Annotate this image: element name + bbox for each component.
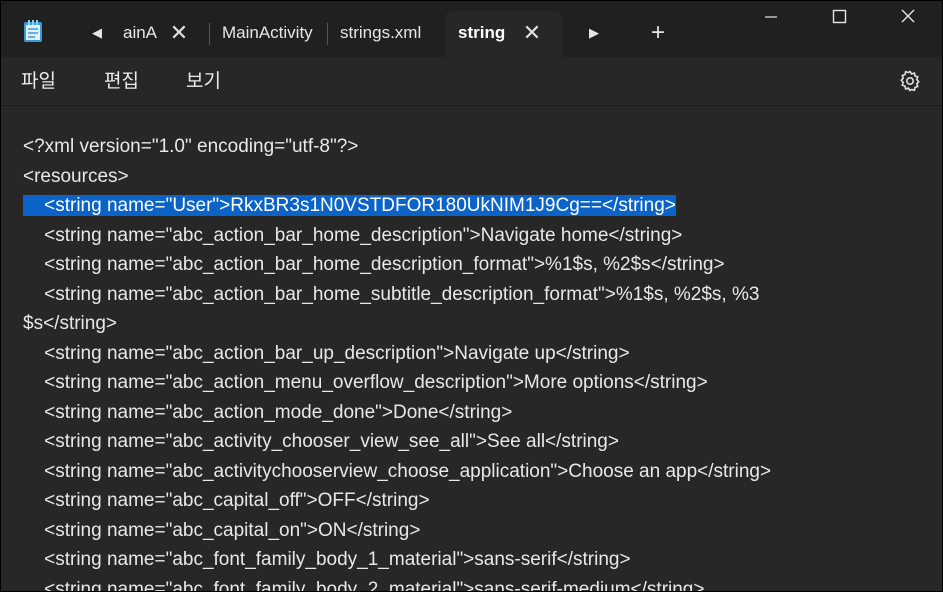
close-window-button[interactable]: [885, 1, 931, 35]
editor-line: <string name="abc_action_bar_home_descri…: [23, 224, 683, 246]
minimize-button[interactable]: [748, 1, 794, 35]
vertical-scrollbar[interactable]: [928, 106, 942, 591]
editor-line: <string name="abc_capital_on">ON</string…: [23, 519, 421, 541]
tab-label: MainActivity: [222, 23, 313, 42]
scroll-tabs-right-button[interactable]: ▶: [582, 21, 606, 45]
editor-line: <string name="abc_action_bar_home_descri…: [23, 254, 725, 275]
editor-lines: <?xml version="1.0" encoding="utf-8"?> <r…: [23, 132, 918, 592]
menu-edit[interactable]: 편집: [104, 67, 139, 95]
title-bar: ◀ ainA ✕ MainActivity strings.xml string…: [1, 1, 942, 57]
editor-line: <string name="abc_font_family_body_2_mat…: [23, 578, 705, 592]
editor-line: <string name="abc_activity_chooser_view_…: [23, 431, 619, 452]
tab-label: string: [458, 23, 506, 42]
close-tab-icon[interactable]: ✕: [168, 11, 190, 55]
tab-mainactivity-truncated[interactable]: ainA ✕: [119, 11, 209, 57]
close-tab-icon[interactable]: ✕: [521, 11, 543, 55]
menu-bar: 파일 편집 보기: [1, 57, 942, 105]
editor-line: <string name="abc_activitychooserview_ch…: [23, 460, 772, 482]
editor-line: <string name="abc_capital_off">OFF</stri…: [23, 490, 430, 511]
text-editor[interactable]: <?xml version="1.0" encoding="utf-8"?> <r…: [1, 105, 942, 592]
maximize-icon: [832, 9, 847, 24]
add-tab-button[interactable]: +: [646, 19, 670, 47]
editor-line: <string name="abc_action_bar_home_subtit…: [23, 283, 760, 305]
editor-line: <string name="abc_action_bar_up_descript…: [23, 342, 630, 364]
selection-highlight: <string name="User">RkxBR3s1N0VSTDFOR180…: [23, 195, 676, 216]
scroll-tabs-left-button[interactable]: ◀: [85, 21, 109, 45]
editor-line: <?xml version="1.0" encoding="utf-8"?>: [23, 136, 359, 157]
notepad-window: ◀ ainA ✕ MainActivity strings.xml string…: [0, 0, 943, 592]
tab-strings-xml[interactable]: strings.xml: [328, 11, 440, 57]
menu-file[interactable]: 파일: [21, 67, 56, 95]
editor-line: $s</string>: [23, 313, 117, 334]
editor-line: <string name="abc_action_mode_done">Done…: [23, 401, 513, 423]
tab-string-active[interactable]: string ✕: [445, 11, 563, 57]
minimize-icon: [765, 16, 777, 18]
editor-line: <resources>: [23, 165, 129, 187]
editor-line: <string name="abc_action_menu_overflow_d…: [23, 372, 708, 393]
notepad-app-icon: [24, 20, 42, 42]
tab-label: ainA: [123, 23, 158, 42]
maximize-button[interactable]: [816, 1, 862, 35]
tab-mainactivity[interactable]: MainActivity: [210, 11, 326, 57]
menu-view[interactable]: 보기: [186, 67, 221, 95]
editor-line: <string name="abc_font_family_body_1_mat…: [23, 549, 631, 570]
tab-label: strings.xml: [340, 23, 422, 42]
editor-line-selected: <string name="User">RkxBR3s1N0VSTDFOR180…: [23, 191, 918, 221]
settings-gear-icon[interactable]: [898, 69, 922, 93]
close-icon: [901, 9, 915, 23]
